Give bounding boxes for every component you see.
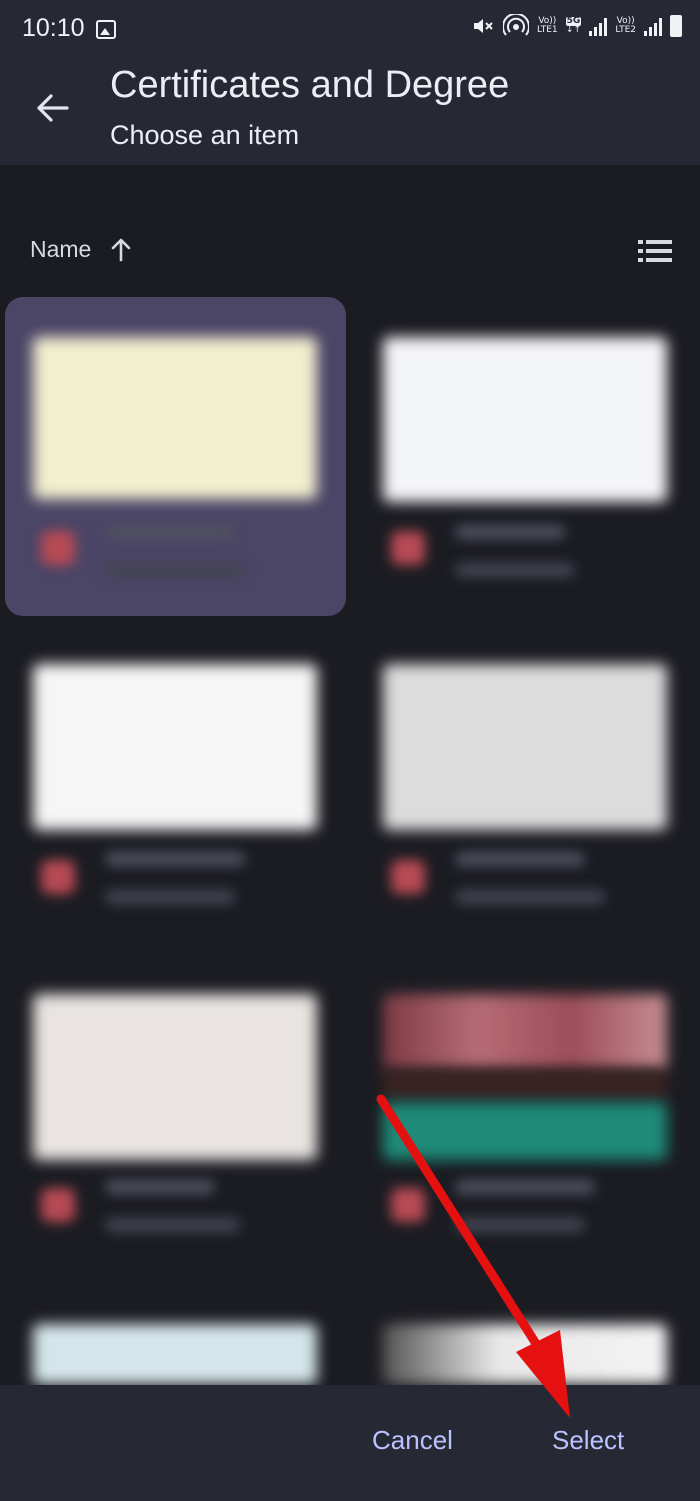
file-thumbnail-banner xyxy=(383,1102,667,1160)
page-subtitle: Choose an item xyxy=(110,120,300,150)
file-tile[interactable] xyxy=(5,960,346,1260)
file-thumbnail xyxy=(33,664,317,830)
bottom-action-bar: Cancel Select xyxy=(0,1385,700,1501)
file-date xyxy=(455,1218,585,1232)
status-time: 10:10 xyxy=(22,14,85,42)
file-tile-selected[interactable] xyxy=(5,297,346,616)
arrow-up-icon[interactable] xyxy=(110,236,132,267)
lte2-indicator: Vo)) LTE2 xyxy=(615,16,636,35)
file-date xyxy=(105,563,245,577)
image-notification-icon xyxy=(96,20,116,39)
5g-indicator: 5G ↓↑ xyxy=(565,16,582,35)
file-name xyxy=(105,852,245,866)
file-name xyxy=(455,852,585,866)
hotspot-icon xyxy=(502,14,529,36)
pdf-icon xyxy=(391,1188,425,1222)
select-button[interactable]: Select xyxy=(552,1425,624,1456)
file-tile[interactable] xyxy=(355,960,695,1260)
battery-icon xyxy=(670,15,682,37)
page-title: Certificates and Degree xyxy=(110,64,510,106)
file-tile[interactable] xyxy=(5,1290,346,1385)
pdf-icon xyxy=(41,531,75,565)
sort-bar: Name xyxy=(0,222,700,278)
file-thumbnail xyxy=(383,337,667,502)
cancel-button[interactable]: Cancel xyxy=(372,1425,453,1456)
file-thumbnail xyxy=(383,1324,667,1384)
file-thumbnail xyxy=(33,994,317,1160)
file-name xyxy=(105,1180,215,1194)
app-bar: Certificates and Degree Choose an item xyxy=(0,58,700,165)
signal-1-icon xyxy=(589,16,608,36)
list-view-icon[interactable] xyxy=(636,236,676,266)
sort-by-name-button[interactable]: Name xyxy=(30,236,91,263)
file-name xyxy=(455,525,565,539)
file-thumbnail xyxy=(33,1324,317,1384)
file-thumbnail xyxy=(33,337,317,499)
file-tile[interactable] xyxy=(355,297,695,616)
file-name xyxy=(455,1180,595,1194)
file-thumbnail xyxy=(383,994,667,1070)
file-tile[interactable] xyxy=(5,630,346,930)
file-thumbnail xyxy=(383,664,667,830)
mute-icon xyxy=(473,19,493,33)
lte1-indicator: Vo)) LTE1 xyxy=(536,16,558,35)
file-tile[interactable] xyxy=(355,1290,695,1385)
pdf-icon xyxy=(41,1188,75,1222)
pdf-icon xyxy=(391,531,425,565)
back-button[interactable] xyxy=(30,86,74,130)
file-name xyxy=(105,525,235,539)
file-date xyxy=(105,890,235,904)
status-bar: 10:10 Vo)) LTE1 5G ↓↑ Vo)) LTE2 xyxy=(0,0,700,58)
pdf-icon xyxy=(391,860,425,894)
file-date xyxy=(455,890,605,904)
file-tile[interactable] xyxy=(355,630,695,930)
status-icons: Vo)) LTE1 5G ↓↑ Vo)) LTE2 xyxy=(471,14,682,38)
file-thumbnail-band xyxy=(383,1070,667,1100)
file-date xyxy=(455,563,575,577)
signal-2-icon xyxy=(644,16,662,36)
arrow-left-icon xyxy=(37,94,69,122)
file-date xyxy=(105,1218,240,1232)
pdf-icon xyxy=(41,860,75,894)
